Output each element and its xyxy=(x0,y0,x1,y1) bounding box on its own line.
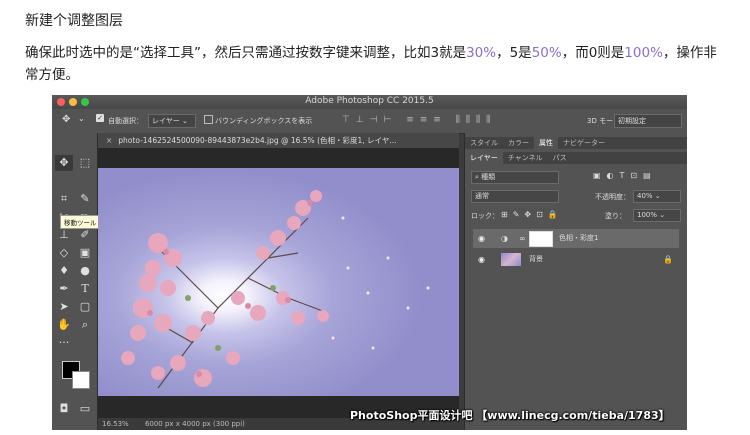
tab-color[interactable]: カラー xyxy=(503,137,534,149)
tab-properties[interactable]: 属性 xyxy=(534,137,558,149)
adjustment-icon: ◑ xyxy=(501,234,508,243)
document-tab-title: photo-1462524500090-89443873e2b4.jpg @ 1… xyxy=(118,136,397,145)
highlight-30: 30% xyxy=(466,45,497,61)
layer-row-hue-saturation[interactable]: ◉ ◑ ∞ 色相・彩度1 xyxy=(473,229,679,248)
tab-navigator[interactable]: ナビゲーター xyxy=(558,137,610,149)
tab-styles[interactable]: スタイル xyxy=(465,137,503,149)
stamp-tool-icon[interactable]: ⊥ xyxy=(55,227,73,243)
canvas-photo xyxy=(98,168,459,396)
right-panels: スタイル カラー 属性 ナビゲーター レイヤー チャンネル パス ⌕ 種類 ▣◐T⊡▤ 通… xyxy=(464,133,687,430)
marquee-tool-icon[interactable]: ⬚ xyxy=(76,155,94,171)
fill-input[interactable]: 100% ⌄ xyxy=(633,209,681,222)
chevron-down-icon[interactable]: ⌄ xyxy=(78,114,85,123)
blur-tool-icon[interactable]: ♦ xyxy=(55,263,73,279)
history-brush-tool-icon[interactable]: ✐ xyxy=(76,227,94,243)
layer-mask-thumbnail[interactable] xyxy=(529,231,553,247)
close-tab-icon[interactable]: × xyxy=(106,136,112,145)
watermark: PhotoShop平面设计吧 【www.linecg.com/tieba/178… xyxy=(350,409,670,422)
layer-thumbnail[interactable] xyxy=(501,253,521,266)
highlight-50: 50% xyxy=(531,45,562,61)
move-tool-icon[interactable]: ✥ xyxy=(55,155,73,171)
blend-mode-value: 通常 xyxy=(475,192,489,200)
window-title: Adobe Photoshop CC 2015.5 xyxy=(305,96,434,106)
document-dimensions: 6000 px x 4000 px (300 ppi) xyxy=(144,420,245,428)
para-text-2: ，5是 xyxy=(496,45,532,61)
window-titlebar: Adobe Photoshop CC 2015.5 xyxy=(52,95,687,109)
canvas-area[interactable] xyxy=(98,148,459,418)
highlight-100: 100% xyxy=(624,45,663,61)
article-heading: 新建个调整图层 xyxy=(25,13,123,29)
lock-label: ロック： xyxy=(471,212,499,220)
bounding-box-checkbox[interactable] xyxy=(204,115,213,124)
screen-mode-icon[interactable]: ▭ xyxy=(76,401,94,417)
properties-tabs: スタイル カラー 属性 ナビゲーター xyxy=(465,137,687,149)
document-tab[interactable]: × photo-1462524500090-89443873e2b4.jpg @ … xyxy=(98,133,459,148)
workspace-value: 初期設定 xyxy=(618,117,646,125)
layer-dropdown[interactable]: レイヤー ⌄ xyxy=(148,114,196,128)
background-color-swatch[interactable] xyxy=(72,371,90,389)
fill-label: 塗り： xyxy=(605,212,626,220)
auto-select-label: 自動選択： xyxy=(108,117,143,125)
type-tool-icon[interactable]: T xyxy=(76,281,94,297)
pen-tool-icon[interactable]: ✒ xyxy=(55,281,73,297)
visibility-eye-icon[interactable]: ◉ xyxy=(478,229,485,248)
options-bar: ✥ ⌄ ✓ 自動選択： レイヤー ⌄ バウンディングボックスを表示 ⊤⊥⊣⊢ ≡… xyxy=(52,109,687,134)
layer-name[interactable]: 色相・彩度1 xyxy=(559,229,598,248)
opacity-value: 40% xyxy=(637,192,653,200)
auto-select-checkbox[interactable]: ✓ xyxy=(96,114,104,122)
layer-filter-dropdown[interactable]: ⌕ 種類 xyxy=(471,171,559,184)
path-select-tool-icon[interactable]: ➤ xyxy=(55,299,73,315)
eyedropper-tool-icon[interactable]: ✎ xyxy=(76,191,94,207)
fill-value: 100% xyxy=(637,211,658,219)
filter-icons[interactable]: ▣◐T⊡▤ xyxy=(593,171,657,180)
para-text-1: 确保此时选中的是“选择工具”，然后只需通过按数字键来调整，比如3就是 xyxy=(25,45,467,61)
article-paragraph: 确保此时选中的是“选择工具”，然后只需通过按数字键来调整，比如3就是30%，5是… xyxy=(25,42,725,86)
layers-tabs: レイヤー チャンネル パス xyxy=(465,152,687,164)
eraser-tool-icon[interactable]: ◇ xyxy=(55,245,73,261)
lock-icons[interactable]: ⊞✎✥⊡🔒 xyxy=(501,210,563,219)
lock-icon: 🔒 xyxy=(663,255,673,264)
quick-mask-icon[interactable]: ◘ xyxy=(55,401,73,417)
blend-mode-dropdown[interactable]: 通常 xyxy=(471,190,559,203)
bounding-box-label: バウンディングボックスを表示 xyxy=(215,117,313,125)
hand-tool-icon[interactable]: ✋ xyxy=(55,317,73,333)
tab-paths[interactable]: パス xyxy=(548,152,572,164)
align-icons[interactable]: ⊤⊥⊣⊢ ≡≡≡ ⫼⫼⫼⫼ xyxy=(342,115,496,125)
layer-dropdown-value: レイヤー xyxy=(152,117,180,125)
tab-channels[interactable]: チャンネル xyxy=(503,152,548,164)
para-text-3: ，而0则是 xyxy=(561,45,625,61)
chain-link-icon[interactable]: ∞ xyxy=(519,229,526,248)
layer-row-background[interactable]: ◉ 背景 🔒 xyxy=(473,250,679,269)
photoshop-window: Adobe Photoshop CC 2015.5 ✥ ⌄ ✓ 自動選択： レイ… xyxy=(52,95,687,430)
opacity-label: 不透明度： xyxy=(595,193,630,201)
zoom-tool-icon[interactable]: ⌕ xyxy=(76,317,94,333)
dodge-tool-icon[interactable]: ● xyxy=(76,263,94,279)
more-tools-icon[interactable]: ··· xyxy=(55,335,73,351)
tab-layers[interactable]: レイヤー xyxy=(465,152,503,164)
crop-tool-icon[interactable]: ⌗ xyxy=(55,191,73,207)
layer-name[interactable]: 背景 xyxy=(529,250,543,269)
gradient-tool-icon[interactable]: ▣ xyxy=(76,245,94,261)
tools-panel: ✥ ⬚ ⌗ ✎ ✂ ✏ ⊥ ✐ ◇ ▣ ♦ ● ✒ T ➤ ▢ ✋ ⌕ ··· … xyxy=(52,133,113,430)
zoom-level[interactable]: 16.53% xyxy=(102,420,129,428)
visibility-eye-icon[interactable]: ◉ xyxy=(478,250,485,269)
shape-tool-icon[interactable]: ▢ xyxy=(76,299,94,315)
layer-filter-value: 種類 xyxy=(481,173,496,181)
workspace-dropdown[interactable]: 初期設定 xyxy=(614,114,682,128)
move-icon[interactable]: ✥ xyxy=(62,114,70,125)
opacity-input[interactable]: 40% ⌄ xyxy=(633,190,681,203)
